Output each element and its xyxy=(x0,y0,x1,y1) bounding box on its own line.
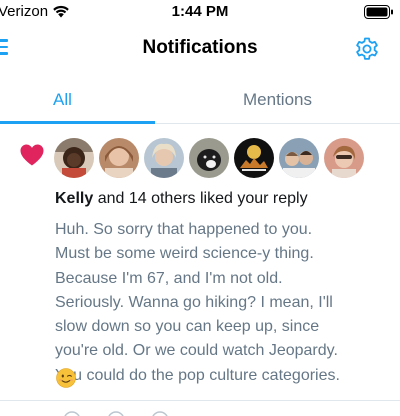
notification-action: and 14 others liked your reply xyxy=(93,190,308,207)
avatar[interactable] xyxy=(234,138,274,178)
liked-reply-text: Huh. So sorry that happened to you. Must… xyxy=(55,221,340,384)
notification-headline: Kelly and 14 others liked your reply xyxy=(55,190,308,208)
avatar[interactable] xyxy=(144,138,184,178)
status-time: 1:44 PM xyxy=(171,3,229,20)
avatar[interactable] xyxy=(279,138,319,178)
avatar[interactable] xyxy=(189,138,229,178)
notification-tabs: All Mentions xyxy=(0,80,400,124)
gear-icon[interactable] xyxy=(354,36,380,62)
next-notification-avatars xyxy=(64,411,168,416)
nav-bar: Notifications xyxy=(0,30,400,66)
heart-icon xyxy=(20,144,44,166)
notification-item[interactable]: Kelly and 14 others liked your reply Huh… xyxy=(0,125,400,400)
tab-all[interactable]: All xyxy=(0,80,125,124)
battery-icon xyxy=(364,5,393,19)
avatar[interactable] xyxy=(99,138,139,178)
tab-mentions[interactable]: Mentions xyxy=(155,80,400,124)
avatar[interactable] xyxy=(54,138,94,178)
page-title: Notifications xyxy=(142,37,258,58)
winking-face-emoji xyxy=(56,368,76,388)
liker-name[interactable]: Kelly xyxy=(55,190,93,207)
avatar[interactable] xyxy=(324,138,364,178)
status-bar: Verizon 1:44 PM xyxy=(0,0,400,24)
notification-divider xyxy=(0,400,400,401)
active-tab-indicator xyxy=(0,121,155,124)
